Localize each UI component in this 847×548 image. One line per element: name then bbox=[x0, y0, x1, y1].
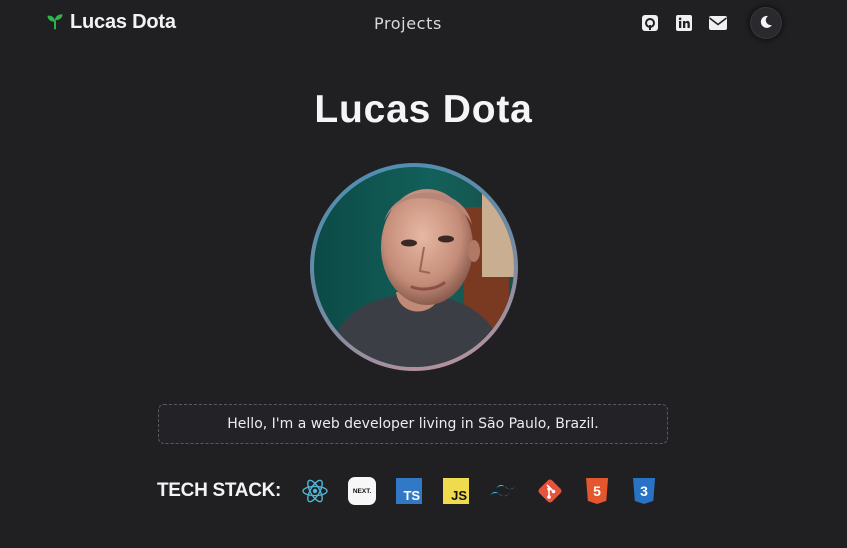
tech-stack: TECH STACK: NEXT. TS JS 5 3 bbox=[157, 477, 658, 505]
nextjs-icon-text: NEXT. bbox=[348, 477, 377, 505]
avatar bbox=[314, 167, 514, 367]
navbar: Lucas Dota Projects bbox=[0, 0, 847, 46]
nav-projects-link[interactable]: Projects bbox=[374, 14, 442, 33]
bio-box: Hello, I'm a web developer living in São… bbox=[158, 404, 668, 444]
github-icon[interactable] bbox=[640, 13, 660, 33]
bio-text: Hello, I'm a web developer living in São… bbox=[227, 416, 599, 432]
typescript-icon-text: TS bbox=[396, 478, 423, 504]
theme-toggle-button[interactable] bbox=[750, 7, 782, 39]
hero-name: Lucas Dota bbox=[314, 88, 533, 131]
tailwind-icon bbox=[489, 477, 517, 505]
typescript-icon: TS bbox=[395, 477, 423, 505]
javascript-icon-text: JS bbox=[443, 478, 470, 504]
brand-name: Lucas Dota bbox=[70, 11, 176, 33]
javascript-icon: JS bbox=[442, 477, 470, 505]
sprout-icon bbox=[46, 12, 64, 34]
css3-icon: 3 bbox=[630, 477, 658, 505]
tech-stack-label: TECH STACK: bbox=[157, 480, 282, 501]
react-icon bbox=[301, 477, 329, 505]
tech-icons: NEXT. TS JS 5 3 bbox=[301, 477, 658, 505]
brand-link[interactable]: Lucas Dota bbox=[46, 11, 176, 34]
mail-icon[interactable] bbox=[708, 13, 728, 33]
html5-icon: 5 bbox=[583, 477, 611, 505]
linkedin-icon[interactable] bbox=[674, 13, 694, 33]
css3-icon-text: 3 bbox=[633, 478, 656, 504]
nextjs-icon: NEXT. bbox=[348, 477, 377, 505]
git-icon bbox=[536, 477, 564, 505]
avatar-ring bbox=[310, 163, 518, 371]
moon-icon bbox=[759, 15, 773, 32]
social-links bbox=[640, 13, 728, 33]
html5-icon-text: 5 bbox=[586, 478, 609, 504]
